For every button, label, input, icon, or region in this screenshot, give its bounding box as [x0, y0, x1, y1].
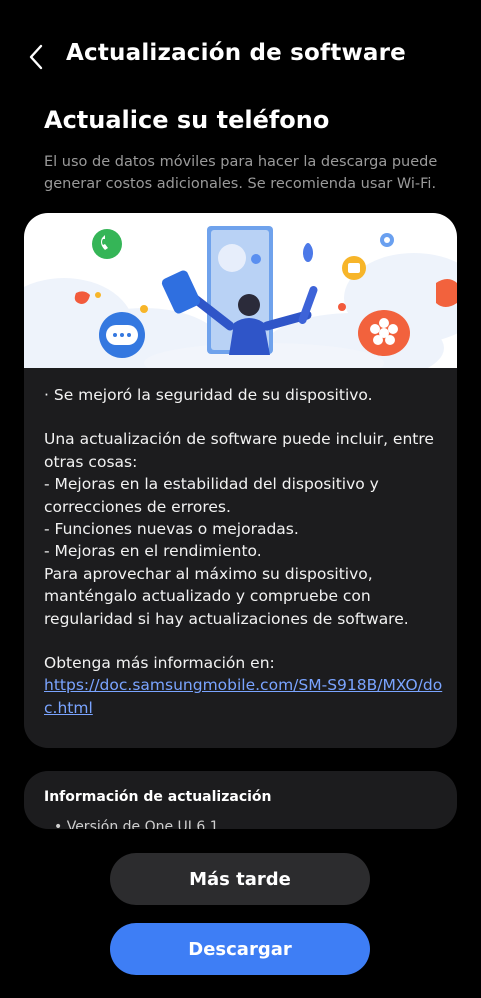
app-header: Actualización de software [0, 28, 481, 84]
more-info-label: Obtenga más información en: [44, 654, 275, 673]
later-button[interactable]: Más tarde [110, 853, 370, 905]
update-info-title: Información de actualización [44, 789, 272, 805]
update-info-version: • Versión de One UI 6.1 [54, 819, 219, 829]
security-note: · Se mejoró la seguridad de su dispositi… [44, 386, 373, 404]
more-info-link[interactable]: https://doc.samsungmobile.com/SM-S918B/M… [44, 676, 442, 716]
update-info-card: Información de actualización • Versión d… [24, 771, 457, 829]
release-notes-text: · Se mejoró la seguridad de su dispositi… [44, 384, 444, 719]
back-arrow-icon[interactable] [26, 42, 48, 72]
update-illustration [24, 213, 457, 368]
update-description: Una actualización de software puede incl… [44, 430, 434, 628]
phone-icon [92, 229, 122, 259]
data-usage-notice: El uso de datos móviles para hacer la de… [44, 154, 438, 192]
download-button[interactable]: Descargar [110, 923, 370, 975]
section-heading: Actualice su teléfono [44, 106, 330, 134]
page-title: Actualización de software [66, 40, 406, 66]
release-notes-card[interactable]: · Se mejoró la seguridad de su dispositi… [24, 213, 457, 748]
